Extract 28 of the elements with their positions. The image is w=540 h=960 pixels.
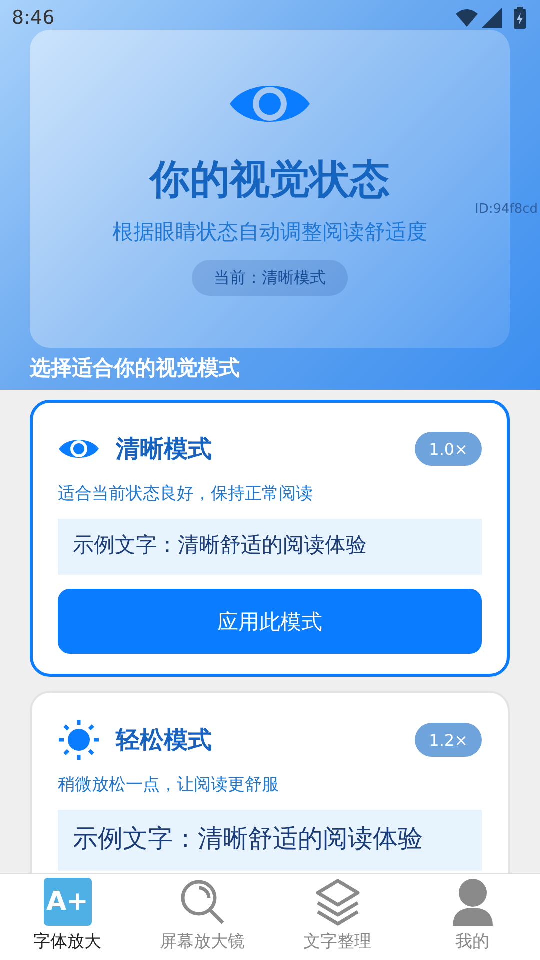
sun-icon (58, 719, 100, 761)
mode-card[interactable]: 清晰模式 1.0× 适合当前状态良好，保持正常阅读 示例文字：清晰舒适的阅读体验 应用此模式 (30, 400, 510, 677)
mode-title: 轻松模式 (116, 725, 213, 756)
mode-description: 适合当前状态良好，保持正常阅读 (58, 483, 314, 505)
magnifier-icon (178, 878, 226, 926)
sample-text: 示例文字：清晰舒适的阅读体验 (58, 519, 482, 575)
page-subtitle: 根据眼睛状态自动调整阅读舒适度 (112, 219, 428, 246)
nav-tab[interactable]: A+ 字体放大 (0, 874, 135, 960)
sample-text: 示例文字：清晰舒适的阅读体验 (58, 810, 482, 871)
battery-icon (514, 7, 526, 29)
scale-badge: 1.2× (415, 723, 482, 757)
wifi-icon (456, 9, 478, 27)
status-time: 8:46 (12, 7, 55, 29)
mode-card[interactable]: 轻松模式 1.2× 稍微放松一点，让阅读更舒服 示例文字：清晰舒适的阅读体验 (30, 691, 510, 873)
font-size-icon: A+ (44, 878, 92, 926)
nav-tab[interactable]: 文字整理 (270, 874, 405, 960)
device-id: ID:94f8cd (474, 202, 538, 217)
current-mode-pill: 当前：清晰模式 (192, 260, 348, 296)
nav-tab[interactable]: 屏幕放大镜 (135, 874, 270, 960)
mode-description: 稍微放松一点，让阅读更舒服 (58, 774, 280, 796)
section-title: 选择适合你的视觉模式 (30, 355, 241, 382)
mode-title: 清晰模式 (116, 434, 213, 465)
scale-badge: 1.0× (415, 432, 482, 466)
apply-button[interactable]: 应用此模式 (58, 589, 482, 654)
page-title: 你的视觉状态 (150, 156, 390, 204)
nav-tab[interactable]: 我的 (405, 874, 540, 960)
layers-icon (314, 878, 362, 926)
signal-icon (482, 8, 502, 28)
